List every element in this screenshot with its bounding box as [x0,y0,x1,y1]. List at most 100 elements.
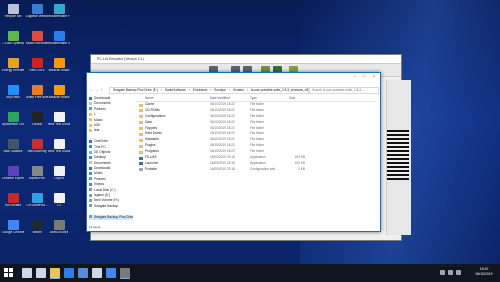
disk-icon [89,199,92,203]
maximize-button[interactable]: □ [360,73,368,79]
desktop-icon[interactable]: Avast Free Antivirus [26,85,48,100]
desktop-icon[interactable]: AnyTrans [2,85,24,100]
desktop-icon[interactable]: Steam [26,220,48,235]
desktop-icon-label: Google Chrome [2,231,24,234]
volume-icon[interactable] [448,270,453,275]
desktop-icon-label: Wondershare Video Conv... [48,42,70,45]
desktop-icon-label: AlphaSRev [29,177,45,180]
breadcrumb-item[interactable]: Scratch [233,88,244,92]
desktop-icon[interactable]: Amazon Music [48,85,70,100]
desktop-icon-label: Oculus [32,123,42,126]
mail-taskbar-icon[interactable] [92,268,102,278]
store-taskbar-icon[interactable] [78,268,88,278]
desktop-icon[interactable]: Nero Burning [26,139,48,154]
file-list: Name Date modified Type Size Cache 06/10/… [137,95,377,229]
notification-icon[interactable] [456,270,461,275]
desktop-icon[interactable]: New Text Document [48,112,70,127]
desktop-icon[interactable]: Creative Experience [2,166,24,181]
breadcrumb-item[interactable]: fs-uae-portable-suite_2.8.3_windows_x86-… [251,88,308,92]
alpha-icon [31,166,43,176]
file-type: Configuration sett... [250,166,278,171]
desktop-icon[interactable]: Google Chrome [2,220,24,235]
desktop-icon[interactable]: Oculus [26,112,48,127]
optimizer-icon [7,31,19,41]
file-explorer-taskbar-icon[interactable] [50,268,60,279]
column-headers: Name Date modified Type Size [137,95,377,102]
desktop-icon[interactable]: Nero 2016 [26,58,48,73]
desktop-icon[interactable]: Log.txt [48,166,70,181]
breadcrumb-item[interactable]: SanteSoftware [165,88,186,92]
disk-icon [89,188,92,192]
folder-icon [89,123,92,127]
up-arrow-icon[interactable]: ↑ [99,87,104,93]
network-icon[interactable] [440,270,445,275]
desktop-icon-label: Amazon Music [48,96,70,99]
chrome-taskbar-icon[interactable] [106,268,116,278]
task-view-icon[interactable] [36,268,46,278]
text-doc-icon [53,112,65,122]
desktop-icon[interactable]: DI [48,193,70,208]
windows-logo-pane [9,273,14,278]
folder-icon [139,132,143,136]
desktop-icon[interactable]: Music Recorder [26,31,48,46]
start-button[interactable] [4,268,14,278]
documents-icon [89,161,92,165]
file-explorer-window[interactable]: – □ × ← → ↑ Seagate Backup Plus Drive (E… [86,72,381,232]
close-button[interactable]: × [370,73,378,79]
desktop-icon[interactable]: Wondershare Video Conv... [48,31,70,46]
column-date[interactable]: Date modified [210,95,230,101]
folder-icon [139,150,143,154]
desktop-icon[interactable]: AnthOSShell [48,220,70,235]
nav-item[interactable]: Seagate Backup Plus Drive (E:) [89,214,133,220]
nav-item-label: New Volume (H:) [94,198,119,203]
table-row[interactable]: Portable 16/09/2019 23:18 Configuration se… [137,167,377,173]
desktop-icon[interactable]: Logitech Webca... [26,4,48,19]
nav-item-label: This PC [94,144,106,149]
desktop-icon-label: Creative Experience [2,177,24,180]
application-icon [139,156,143,160]
breadcrumb-item[interactable]: Emulators [193,88,207,92]
desktop-icon[interactable]: Blue Glasses [2,139,24,154]
taskbar-clock[interactable]: 18:20 06/10/2019 [472,267,496,277]
desktop-icon[interactable]: Apowersoft Tools Lite [2,112,24,127]
msi-icon [7,193,19,203]
column-size[interactable]: Size [289,95,295,101]
desktop-icon [89,155,92,159]
edge-taskbar-icon[interactable] [64,268,74,278]
config-file-icon [139,168,143,172]
emulator-taskbar-icon[interactable] [120,268,130,279]
nav-item-label: Videos [94,182,105,187]
breadcrumb-item[interactable]: Sonique [214,88,226,92]
desktop-icon[interactable]: Amazon Music [48,58,70,73]
desktop-icon[interactable]: Wondershare Filmora [48,4,70,19]
desktop-icon[interactable]: New Text Documen... [48,139,70,154]
pictures-icon [89,177,92,181]
desktop-icon[interactable]: 7-Click Optimization [2,31,24,46]
breadcrumb-item[interactable]: Seagate Backup Plus Drive (E:) [113,88,158,92]
nav-item-label: Downloads [94,96,111,100]
desktop-icon-label: Nero 2016 [29,69,45,72]
minimize-button[interactable]: – [351,73,359,79]
desktop-icon-label: Logitech Webca... [26,15,48,18]
filmora-icon [53,4,65,14]
music-icon [31,31,43,41]
desktop-icon[interactable]: GIFGameVid... [26,193,48,208]
search-box[interactable]: Search fs-uae-portable-suite_2.8.3... [309,87,379,94]
shell-icon [53,220,65,230]
desktop-icon-label: 7-Click Optimization [2,42,24,45]
search-taskbar-icon[interactable] [22,268,32,278]
chevron-right-icon: › [160,88,162,92]
taskbar: 18:20 06/10/2019 [0,264,500,282]
column-type[interactable]: Type [250,95,257,101]
desktop-icon[interactable]: Energy Remote [2,58,24,73]
nav-item-label: Local Disk (C:) [94,187,116,192]
desktop-icon-label: AnthOSShell [49,231,69,234]
desktop-icon[interactable]: AlphaSRev [26,166,48,181]
windows-logo-pane [4,273,9,278]
desktop-icon[interactable]: MSI Instant [2,193,24,208]
column-name[interactable]: Name [145,95,154,101]
desktop-icon[interactable]: Recycle Bin [2,4,24,19]
anytrans-icon [7,85,19,95]
address-bar[interactable]: Seagate Backup Plus Drive (E:) › SanteSoft… [109,87,309,94]
nav-item-label: 3D Objects [94,149,111,154]
